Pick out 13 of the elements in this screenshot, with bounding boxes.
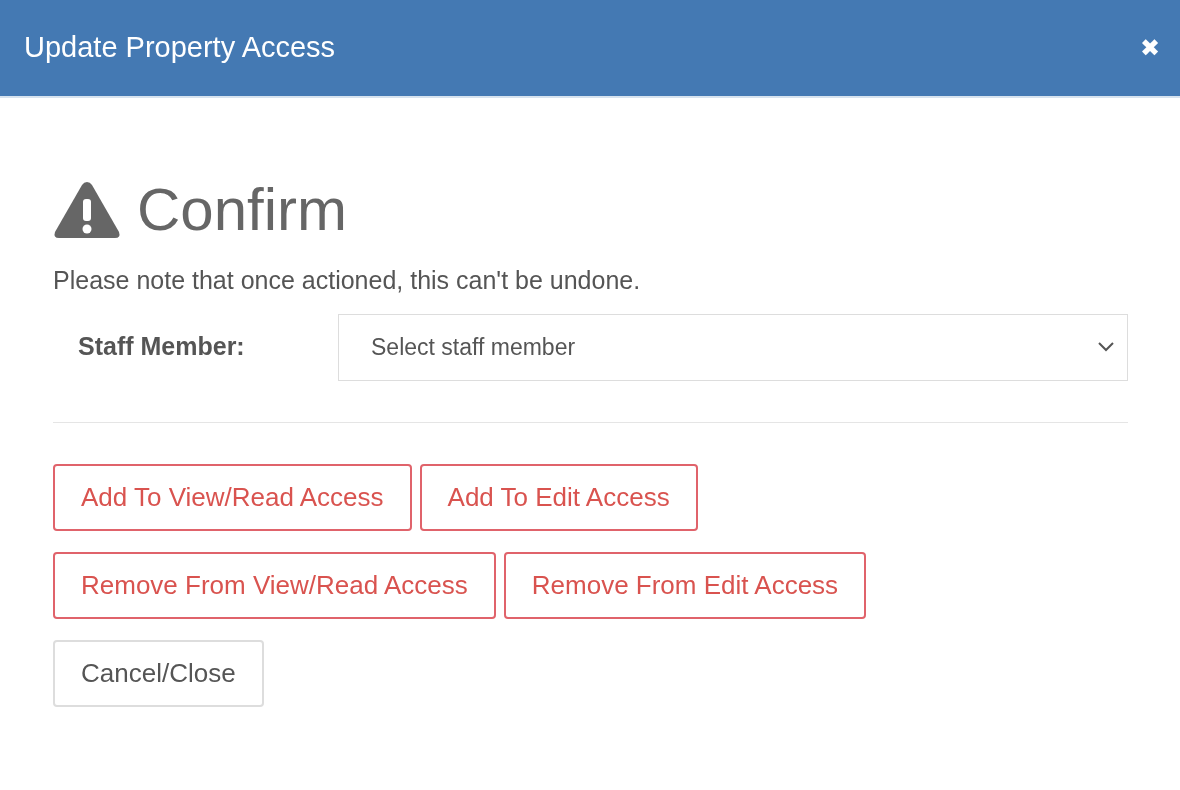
dialog-title: Update Property Access [24,30,336,66]
confirm-heading: Confirm [137,180,348,240]
action-button[interactable]: Remove From Edit Access [503,551,867,619]
action-button[interactable]: Add To View/Read Access [53,463,412,531]
action-button[interactable]: Remove From View/Read Access [53,551,496,619]
action-button[interactable]: Cancel/Close [53,639,264,707]
warning-icon [53,180,121,240]
chevron-down-icon [1097,341,1115,353]
staff-select[interactable]: Select staff member [338,313,1128,381]
action-button[interactable]: Add To Edit Access [419,463,698,531]
close-button[interactable]: ✖ [1140,36,1160,60]
warning-message: Please note that once actioned, this can't be undone. [53,265,642,296]
field-label: Staff Member: [77,331,246,363]
